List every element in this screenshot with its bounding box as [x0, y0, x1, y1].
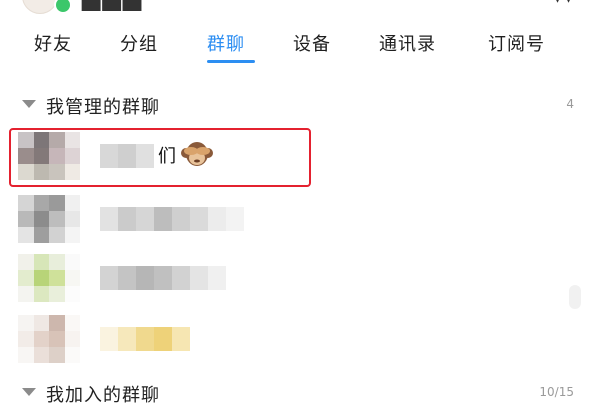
- account-name-cropped: ▇▇▇: [82, 0, 143, 11]
- top-header: ▇▇▇ ▾▾: [0, 0, 600, 16]
- tab-group-chats[interactable]: 群聊: [207, 30, 245, 56]
- group-avatar-blurred: [18, 315, 80, 363]
- group-avatar-blurred: [18, 195, 80, 243]
- header-action-icon[interactable]: ▾▾: [552, 0, 574, 9]
- chevron-down-icon: [22, 388, 36, 396]
- tab-devices[interactable]: 设备: [293, 30, 331, 56]
- monkey-see-no-evil-icon: [181, 142, 213, 166]
- active-tab-indicator: [207, 60, 255, 63]
- section-count: 4: [566, 97, 574, 111]
- section-count: 10/15: [539, 385, 574, 399]
- group-name-blurred: [100, 327, 190, 351]
- tab-groups-categories[interactable]: 分组: [120, 30, 158, 56]
- contact-tabs: 好友 分组 群聊 设备 通讯录 订阅号: [0, 24, 600, 64]
- tab-subscriptions[interactable]: 订阅号: [488, 30, 545, 56]
- chevron-down-icon: [22, 100, 36, 108]
- section-joined-groups[interactable]: 我加入的群聊 10/15: [0, 376, 600, 408]
- section-managed-groups[interactable]: 我管理的群聊 4: [0, 88, 600, 120]
- group-name-blurred: [100, 207, 244, 231]
- section-title: 我加入的群聊: [46, 385, 160, 406]
- scrollbar-handle[interactable]: [569, 285, 581, 309]
- avatar[interactable]: [22, 0, 58, 14]
- tab-address-book[interactable]: 通讯录: [379, 30, 436, 56]
- online-status-icon: [54, 0, 72, 14]
- list-item[interactable]: [0, 190, 580, 248]
- group-name-visible: 们: [158, 146, 176, 167]
- tab-friends[interactable]: 好友: [34, 30, 72, 56]
- list-item[interactable]: 们: [0, 127, 580, 185]
- section-title: 我管理的群聊: [46, 97, 160, 118]
- group-name-blurred: [100, 266, 226, 290]
- list-item[interactable]: [0, 310, 580, 368]
- group-avatar-blurred: [18, 254, 80, 302]
- list-item[interactable]: [0, 249, 580, 307]
- group-avatar-blurred: [18, 132, 80, 180]
- group-name-blurred: [100, 144, 154, 168]
